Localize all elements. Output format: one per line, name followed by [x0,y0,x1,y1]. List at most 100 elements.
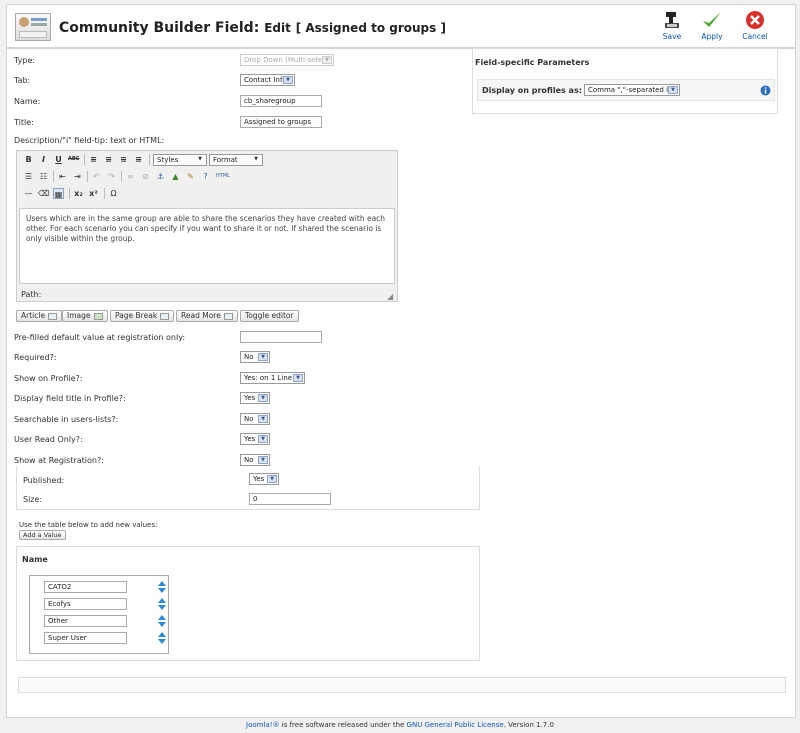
readonly-select[interactable]: Yes ▼ [240,433,270,445]
styles-select[interactable]: Styles ▼ [153,154,207,166]
required-select[interactable]: No ▼ [240,351,270,363]
field-params-panel: Field-specific Parameters Display on pro… [472,48,778,114]
indent-icon[interactable]: ⇥ [72,171,83,182]
reorder-arrows-icon[interactable] [158,581,166,593]
unlink-icon[interactable]: ⊘ [140,171,151,182]
tab-select[interactable]: Contact Info ▼ [240,74,295,86]
type-label: Type: [14,56,36,65]
html-icon[interactable]: HTML [215,171,231,182]
numbered-list-icon[interactable]: ☷ [38,171,49,182]
chevron-down-icon: ▼ [293,374,303,382]
tab-label: Tab: [14,76,31,85]
params-row: Display on profiles as: Comma ","-separa… [477,79,775,101]
show-registration-label: Show at Registration?: [14,456,104,465]
prefill-label: Pre-filled default value at registration… [14,333,186,342]
chevron-down-icon: ▼ [258,353,268,361]
underline-icon[interactable]: U [53,154,64,165]
value-input[interactable]: Ecofys [44,598,127,610]
value-input[interactable]: CATO2 [44,581,127,593]
title-input[interactable]: Assigned to groups [240,116,322,128]
info-icon[interactable] [760,85,771,96]
italic-icon[interactable]: I [38,154,49,165]
values-hint: Use the table below to add new values: [19,521,158,529]
add-value-button[interactable]: Add a Value [19,530,66,540]
remove-format-icon[interactable]: ⌫ [38,188,49,199]
title-label: Title: [14,118,34,127]
page-title: Community Builder Field: Edit [ Assigned… [59,20,446,36]
display-title-select[interactable]: Yes ▼ [240,392,270,404]
strikethrough-icon[interactable]: ABC [68,154,79,165]
toggle-editor-button[interactable]: Toggle editor [240,310,299,322]
searchable-select[interactable]: No ▼ [240,413,270,425]
params-heading: Field-specific Parameters [475,58,590,67]
link-icon[interactable]: ∞ [125,171,136,182]
bullet-list-icon[interactable]: ☰ [23,171,34,182]
article-button[interactable]: Article [16,310,63,322]
reorder-arrows-icon[interactable] [158,632,166,644]
published-select[interactable]: Yes ▼ [249,473,279,485]
image-icon[interactable]: ▲ [170,171,181,182]
value-input[interactable]: Other [44,615,127,627]
footer: Joomla!® is free software released under… [246,721,554,729]
name-input[interactable]: cb_sharegroup [240,95,322,107]
chevron-down-icon: ▼ [322,56,332,64]
published-label: Published: [23,476,65,485]
chevron-down-icon: ▼ [267,475,277,483]
page-break-icon [160,312,170,320]
gpl-link[interactable]: GNU General Public License [407,721,504,729]
chevron-down-icon: ▼ [258,415,268,423]
name-label: Name: [14,97,41,106]
chevron-down-icon: ▼ [258,456,268,464]
horizontal-rule-icon[interactable]: — [23,188,34,199]
show-registration-select[interactable]: No ▼ [240,454,270,466]
help-icon[interactable]: ? [200,171,211,182]
display-as-label: Display on profiles as: [482,86,582,95]
undo-icon[interactable]: ↶ [91,171,102,182]
format-select[interactable]: Format ▼ [209,154,263,166]
visual-aid-icon[interactable]: ▦ [53,188,64,199]
align-justify-icon[interactable]: ≡ [133,154,144,165]
checkmark-icon [703,12,721,27]
value-input[interactable]: Super User [44,632,127,644]
apply-button[interactable]: Apply [693,9,731,45]
editor-content[interactable]: Users which are in the same group are ab… [19,208,395,284]
cleanup-icon[interactable]: ✎ [185,171,196,182]
subscript-icon[interactable]: x₂ [73,188,84,199]
prefill-input[interactable] [240,331,322,343]
align-center-icon[interactable]: ≡ [103,154,114,165]
size-input[interactable]: 0 [249,493,331,505]
resize-handle-icon[interactable]: ◢ [387,292,393,301]
align-right-icon[interactable]: ≡ [118,154,129,165]
display-title-label: Display field title in Profile?: [14,394,126,403]
editor-toolbar-row-2: ☰ ☷ ⇤ ⇥ ↶ ↷ ∞ ⊘ ⚓ ▲ ✎ ? HTML [21,171,391,185]
outdent-icon[interactable]: ⇤ [57,171,68,182]
chevron-down-icon: ▼ [258,435,268,443]
redo-icon[interactable]: ↷ [106,171,117,182]
reorder-arrows-icon[interactable] [158,615,166,627]
show-profile-select[interactable]: Yes: on 1 Line ▼ [240,372,305,384]
align-left-icon[interactable]: ≡ [88,154,99,165]
save-button[interactable]: Save [653,9,691,45]
anchor-icon[interactable]: ⚓ [155,171,166,182]
picture-icon [93,312,103,320]
editor-toolbar-row-3: — ⌫ ▦ x₂ x² Ω [21,188,391,202]
special-char-icon[interactable]: Ω [108,188,119,199]
superscript-icon[interactable]: x² [88,188,99,199]
reorder-arrows-icon[interactable] [158,598,166,610]
save-icon [665,12,679,28]
cancel-icon [746,11,764,29]
bold-icon[interactable]: B [23,154,34,165]
joomla-link[interactable]: Joomla!® [246,721,280,729]
publish-box: Published: Yes ▼ Size: 0 [16,466,480,510]
chevron-down-icon: ▼ [195,156,205,164]
cancel-button[interactable]: Cancel [736,9,774,45]
display-as-select[interactable]: Comma ","-separated line ▼ [584,84,680,96]
chevron-down-icon: ▼ [668,86,678,94]
image-button[interactable]: Image [62,310,108,322]
chevron-down-icon: ▼ [258,394,268,402]
type-select[interactable]: Drop Down (Multi-select) ▼ [240,54,334,66]
editor-path: Path: [21,290,42,299]
chevron-down-icon: ▼ [283,76,293,84]
read-more-button[interactable]: Read More [176,310,238,322]
page-break-button[interactable]: Page Break [110,310,175,322]
